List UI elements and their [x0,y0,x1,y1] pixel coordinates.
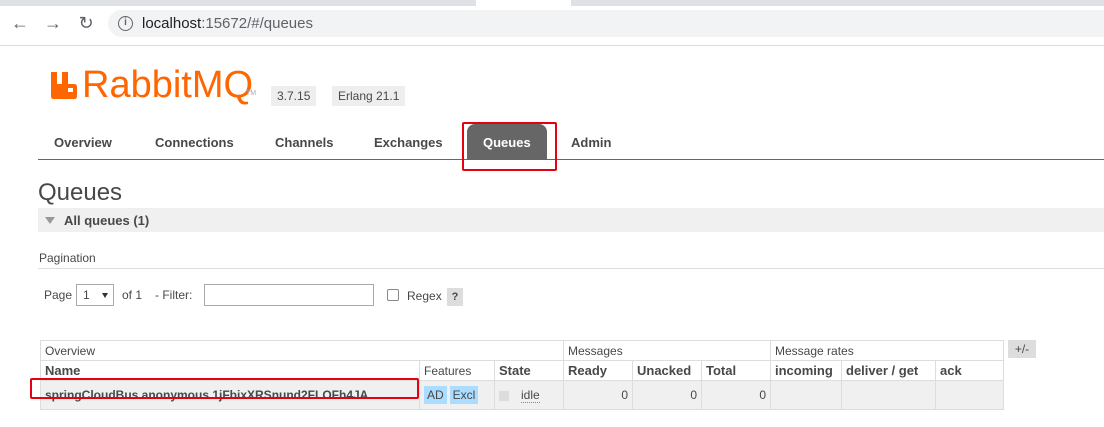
ready-cell: 0 [563,380,633,410]
col-unacked[interactable]: Unacked [632,360,702,381]
tab-channels[interactable]: Channels [259,124,350,160]
unacked-cell: 0 [632,380,702,410]
incoming-cell [770,380,842,410]
rabbit-logo-icon [51,72,77,99]
group-messages: Messages [563,340,771,361]
divider [38,268,1104,269]
col-ready[interactable]: Ready [563,360,633,381]
col-total[interactable]: Total [701,360,771,381]
ack-cell [935,380,1004,410]
tab-strip [0,0,1104,6]
page-count: of 1 [122,288,143,302]
deliver-get-cell [841,380,936,410]
columns-toggle-button[interactable]: +/- [1008,340,1036,358]
page-label: Page [44,288,73,302]
tab-admin[interactable]: Admin [555,124,627,160]
chevron-down-icon [102,293,108,298]
all-queues-section-toggle[interactable]: All queues (1) [38,208,1104,232]
regex-label: Regex [407,289,442,303]
queues-table: Overview Messages Message rates Name Fea… [40,340,1004,410]
page-select[interactable]: 1 [76,284,114,306]
tab-overview[interactable]: Overview [38,124,128,160]
state-text: idle [521,388,540,403]
col-features: Features [419,360,495,381]
collapse-triangle-icon [45,217,55,224]
main-tabs: Overview Connections Channels Exchanges … [38,124,1104,160]
queue-name-highlight [30,378,419,399]
feature-badge-excl: Excl [449,386,479,404]
help-button[interactable]: ? [447,288,463,306]
logo-trademark: TM [246,90,257,97]
tab-connections[interactable]: Connections [139,124,250,160]
col-ack[interactable]: ack [935,360,1004,381]
browser-toolbar: ← → ↻ i localhost:15672/#/queues [0,0,1104,46]
col-deliver-get[interactable]: deliver / get [841,360,936,381]
logo-wordmark: RabbitMQ [82,64,254,106]
erlang-badge: Erlang 21.1 [332,86,406,106]
address-bar[interactable]: i localhost:15672/#/queues [108,10,1104,37]
feature-badge-ad: AD [424,386,447,404]
back-icon[interactable]: ← [9,12,31,34]
reload-icon[interactable]: ↻ [75,12,97,34]
total-cell: 0 [701,380,771,410]
state-cell: idle [494,380,564,410]
regex-checkbox[interactable] [387,289,399,301]
group-overview: Overview [40,340,564,361]
group-message-rates: Message rates [770,340,1004,361]
filter-input[interactable] [204,284,374,306]
col-incoming[interactable]: incoming [770,360,842,381]
url-text: localhost:15672/#/queues [142,15,313,32]
queues-tab-highlight [462,122,557,171]
filter-label: - Filter: [155,288,193,302]
info-icon[interactable]: i [118,16,133,31]
col-state[interactable]: State [494,360,564,381]
pagination-label: Pagination [39,251,96,265]
active-browser-tab[interactable] [476,0,571,6]
forward-icon[interactable]: → [42,12,64,34]
section-title: All queues (1) [64,213,150,228]
state-indicator-icon [499,390,509,401]
page-title: Queues [38,179,123,206]
version-badge: 3.7.15 [271,86,317,106]
page-select-value: 1 [83,288,90,302]
features-cell: AD Excl [419,380,495,410]
tab-exchanges[interactable]: Exchanges [358,124,459,160]
